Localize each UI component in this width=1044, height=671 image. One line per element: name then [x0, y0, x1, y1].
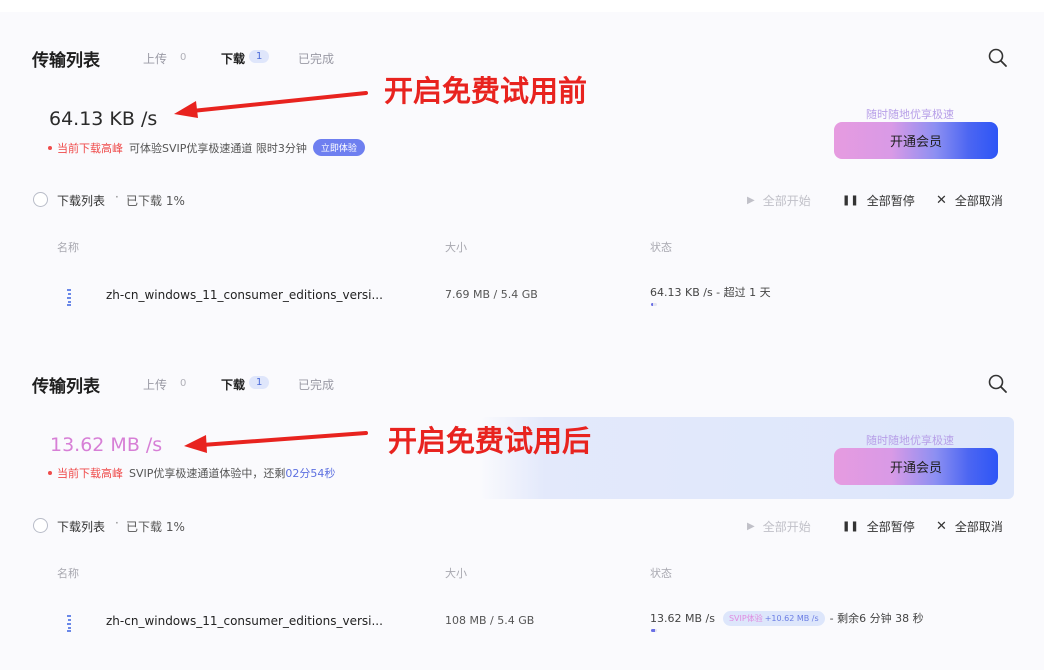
download-list-label: 下载列表 [57, 520, 106, 534]
tab-upload[interactable]: 上传 [143, 50, 167, 67]
play-icon: ▶ [747, 521, 755, 532]
peak-label: 当前下载高峰 [57, 141, 123, 155]
column-size: 大小 [445, 567, 467, 580]
column-name: 名称 [57, 241, 79, 254]
file-progress-fill [651, 303, 653, 306]
file-size: 108 MB / 5.4 GB [445, 614, 535, 627]
tab-download[interactable]: 下载 [221, 50, 245, 67]
tab-upload-count: 0 [180, 378, 187, 389]
search-icon[interactable] [988, 48, 1008, 68]
open-vip-button[interactable]: 开通会员 [834, 122, 998, 159]
cancel-all-label: 全部取消 [954, 194, 1003, 208]
column-status: 状态 [650, 567, 672, 580]
file-name[interactable]: zh-cn_windows_11_consumer_editions_versi… [106, 614, 383, 628]
trial-hint-text: 可体验SVIP优享极速通道 限时3分钟 [129, 141, 307, 155]
download-speed: 64.13 KB /s [49, 108, 158, 130]
time-remaining: - 剩余6 分钟 38 秒 [829, 612, 924, 625]
svip-boost-value: +10.62 MB /s [764, 613, 819, 623]
cancel-all-label: 全部取消 [954, 520, 1003, 534]
start-all-button[interactable]: ▶ 全部开始 [747, 518, 811, 535]
file-icon [67, 615, 71, 632]
file-size: 7.69 MB / 5.4 GB [445, 288, 538, 301]
start-all-label: 全部开始 [762, 520, 811, 534]
file-progress-bar [651, 629, 657, 632]
peak-dot [48, 471, 52, 475]
tab-download-count: 1 [249, 50, 270, 63]
peak-label: 当前下载高峰 [57, 467, 123, 480]
tab-download-count: 1 [249, 376, 270, 389]
file-status: 64.13 KB /s - 超过 1 天 [650, 286, 771, 299]
open-vip-button[interactable]: 开通会员 [834, 448, 998, 485]
trial-active-text: SVIP优享极速通道体验中，还剩 [129, 467, 286, 480]
pause-all-button[interactable]: ❚❚ 全部暂停 [842, 518, 915, 535]
peak-dot [48, 145, 52, 150]
vip-slogan: 随时随地优享极速 [866, 108, 954, 121]
download-list-label: 下载列表 [57, 194, 106, 208]
svip-trial-label: SVIP体验 [728, 613, 763, 623]
annotation-arrow-before [174, 91, 368, 118]
tab-completed[interactable]: 已完成 [298, 50, 334, 67]
trial-countdown: 02分54秒 [285, 467, 336, 480]
cancel-all-button[interactable]: ✕ 全部取消 [936, 518, 1003, 535]
transfer-panel-after: 传输列表 上传 0 下载 1 已完成 13.62 MB /s 当前下载高峰 SV… [0, 338, 1044, 670]
list-progress: 已下载 1% [126, 194, 185, 208]
list-progress: 已下载 1% [126, 520, 185, 534]
close-icon: ✕ [936, 519, 947, 534]
file-progress-fill [651, 629, 655, 632]
list-separator: · [115, 516, 119, 530]
try-now-button[interactable]: 立即体验 [312, 139, 365, 156]
pause-icon: ❚❚ [842, 195, 859, 206]
peak-hint: 当前下载高峰 SVIP优享极速通道体验中，还剩 02分54秒 [48, 465, 335, 481]
pause-all-button[interactable]: ❚❚ 全部暂停 [842, 192, 915, 209]
file-name[interactable]: zh-cn_windows_11_consumer_editions_versi… [106, 288, 383, 302]
cancel-all-button[interactable]: ✕ 全部取消 [936, 192, 1003, 209]
vip-slogan: 随时随地优享极速 [866, 434, 954, 447]
page-title: 传输列表 [32, 51, 100, 71]
download-speed: 13.62 MB /s [50, 434, 163, 456]
transfer-panel-before: 传输列表 上传 0 下载 1 已完成 64.13 KB /s 当前下载高峰 可体… [0, 12, 1044, 344]
column-size: 大小 [445, 241, 467, 254]
list-separator: · [115, 190, 119, 204]
column-name: 名称 [57, 567, 79, 580]
select-all-checkbox[interactable] [33, 192, 48, 207]
file-progress-bar [651, 303, 657, 306]
page-title: 传输列表 [32, 377, 100, 397]
peak-hint: 当前下载高峰 可体验SVIP优享极速通道 限时3分钟 立即体验 [48, 139, 365, 156]
close-icon: ✕ [936, 193, 947, 208]
pause-icon: ❚❚ [842, 521, 859, 532]
annotation-before: 开启免费试用前 [384, 74, 588, 108]
tab-completed[interactable]: 已完成 [298, 376, 334, 393]
tab-upload[interactable]: 上传 [143, 376, 167, 393]
annotation-after: 开启免费试用后 [388, 424, 592, 458]
tab-download[interactable]: 下载 [221, 376, 245, 393]
play-icon: ▶ [747, 195, 755, 206]
start-all-label: 全部开始 [762, 194, 811, 208]
pause-all-label: 全部暂停 [866, 194, 915, 208]
column-status: 状态 [650, 241, 672, 254]
start-all-button[interactable]: ▶ 全部开始 [747, 192, 811, 209]
search-icon[interactable] [988, 374, 1008, 394]
file-icon [67, 289, 71, 306]
tab-upload-count: 0 [180, 52, 187, 63]
annotation-arrow-after [184, 431, 368, 453]
file-speed: 13.62 MB /s [650, 611, 715, 625]
pause-all-label: 全部暂停 [866, 520, 915, 534]
file-status: 13.62 MB /s SVIP体验 +10.62 MB /s - 剩余6 分钟… [650, 610, 924, 626]
select-all-checkbox[interactable] [33, 518, 48, 533]
svip-boost-badge: SVIP体验 +10.62 MB /s [722, 610, 825, 626]
